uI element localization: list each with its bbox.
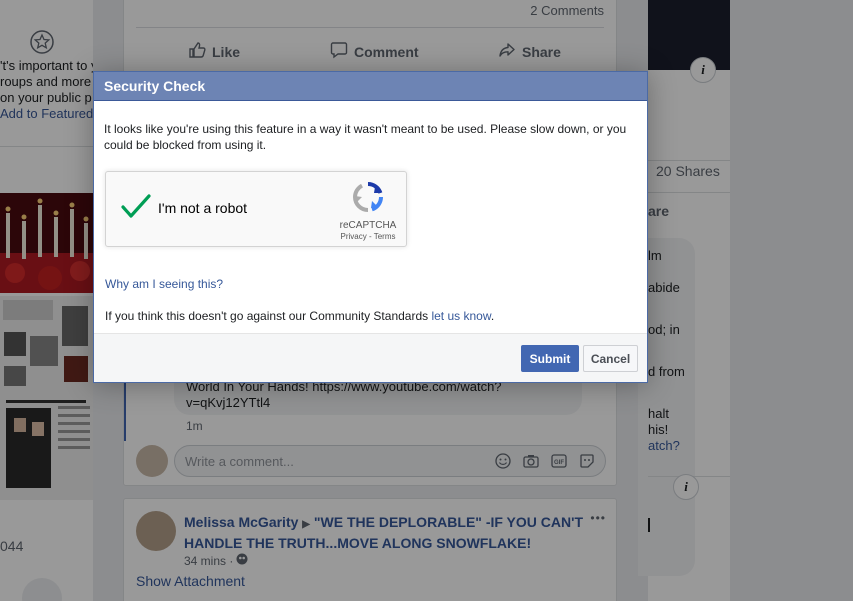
- recaptcha-brand: reCAPTCHA: [339, 220, 397, 231]
- recaptcha-logo: reCAPTCHA Privacy - Terms: [338, 181, 398, 241]
- submit-button[interactable]: Submit: [521, 345, 579, 372]
- cancel-button[interactable]: Cancel: [583, 345, 638, 372]
- recaptcha-checkbox[interactable]: [120, 193, 152, 226]
- dialog-message: It looks like you're using this feature …: [104, 122, 627, 152]
- checkmark-icon: [120, 194, 152, 225]
- standards-text: If you think this doesn't go against our…: [105, 309, 494, 323]
- recaptcha-terms[interactable]: Privacy - Terms: [338, 232, 398, 241]
- dialog-footer: Submit Cancel: [94, 333, 647, 382]
- let-us-know-link[interactable]: let us know: [431, 309, 490, 323]
- recaptcha-label: I'm not a robot: [158, 200, 248, 216]
- standards-prefix: If you think this doesn't go against our…: [105, 309, 432, 323]
- why-link[interactable]: Why am I seeing this?: [105, 277, 223, 291]
- dialog-title: Security Check: [94, 72, 647, 101]
- standards-suffix: .: [490, 309, 495, 323]
- security-check-dialog: Security Check It looks like you're usin…: [93, 71, 648, 383]
- recaptcha-icon: [352, 181, 384, 217]
- recaptcha-widget: I'm not a robot reCAPTCHA Privacy - Term…: [105, 171, 407, 247]
